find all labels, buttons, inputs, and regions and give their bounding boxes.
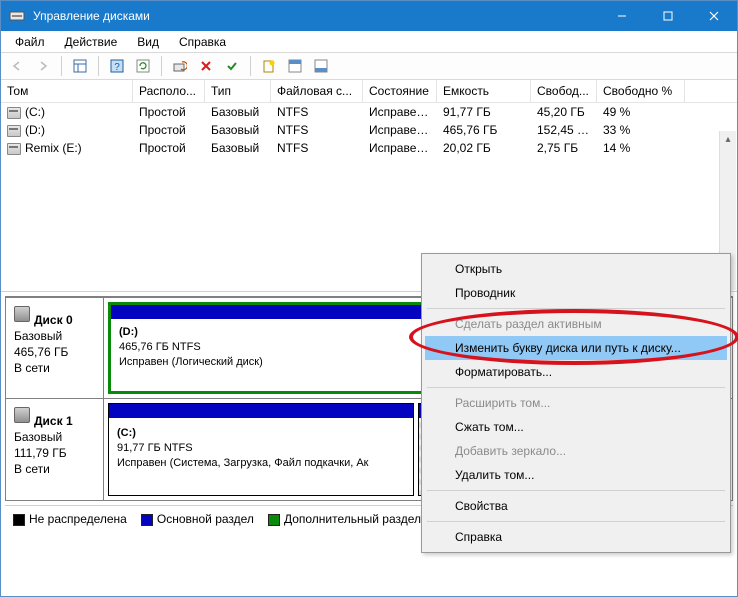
list-bottom-icon[interactable] — [309, 55, 333, 77]
col-capacity[interactable]: Емкость — [437, 80, 531, 102]
ctx-change-letter[interactable]: Изменить букву диска или путь к диску... — [425, 336, 727, 360]
back-button — [5, 55, 29, 77]
scroll-up-icon[interactable]: ▴ — [720, 131, 736, 148]
legend-extended: Дополнительный раздел — [268, 512, 421, 526]
col-volume[interactable]: Том — [1, 80, 133, 102]
ctx-help[interactable]: Справка — [425, 525, 727, 549]
separator — [61, 56, 62, 76]
col-fs[interactable]: Файловая с... — [271, 80, 363, 102]
refresh-icon[interactable] — [131, 55, 155, 77]
separator — [427, 308, 725, 309]
ctx-shrink[interactable]: Сжать том... — [425, 415, 727, 439]
drive-icon — [7, 125, 21, 137]
separator — [427, 490, 725, 491]
ctx-format[interactable]: Форматировать... — [425, 360, 727, 384]
rescan-icon[interactable] — [168, 55, 192, 77]
help-icon[interactable]: ? — [105, 55, 129, 77]
menu-file[interactable]: Файл — [5, 33, 55, 51]
col-type[interactable]: Тип — [205, 80, 271, 102]
disk-header[interactable]: Диск 1 Базовый 111,79 ГБ В сети — [6, 399, 104, 500]
volume-row[interactable]: Remix (E:) Простой Базовый NTFS Исправен… — [1, 139, 737, 157]
ctx-extend: Расширить том... — [425, 391, 727, 415]
separator — [427, 387, 725, 388]
volume-row[interactable]: (D:) Простой Базовый NTFS Исправен... 46… — [1, 121, 737, 139]
legend-unalloc: Не распределена — [13, 512, 127, 526]
menu-action[interactable]: Действие — [55, 33, 128, 51]
list-top-icon[interactable] — [283, 55, 307, 77]
close-button[interactable] — [691, 1, 737, 31]
drive-icon — [7, 107, 21, 119]
disk-header[interactable]: Диск 0 Базовый 465,76 ГБ В сети — [6, 298, 104, 398]
disk-icon — [14, 407, 30, 423]
window-title: Управление дисками — [31, 9, 599, 23]
forward-button — [31, 55, 55, 77]
ctx-explorer[interactable]: Проводник — [425, 281, 727, 305]
tool-layout-icon[interactable] — [68, 55, 92, 77]
disk-icon — [14, 306, 30, 322]
ctx-open[interactable]: Открыть — [425, 257, 727, 281]
app-icon — [9, 8, 25, 24]
svg-text:?: ? — [114, 62, 120, 73]
context-menu: Открыть Проводник Сделать раздел активны… — [421, 253, 731, 553]
minimize-button[interactable] — [599, 1, 645, 31]
new-icon[interactable] — [257, 55, 281, 77]
menu-help[interactable]: Справка — [169, 33, 236, 51]
ctx-properties[interactable]: Свойства — [425, 494, 727, 518]
menu-view[interactable]: Вид — [127, 33, 169, 51]
separator — [250, 56, 251, 76]
col-free[interactable]: Свобод... — [531, 80, 597, 102]
separator — [427, 521, 725, 522]
drive-icon — [7, 143, 21, 155]
delete-icon[interactable] — [194, 55, 218, 77]
ctx-make-active: Сделать раздел активным — [425, 312, 727, 336]
separator — [98, 56, 99, 76]
maximize-button[interactable] — [645, 1, 691, 31]
col-freep[interactable]: Свободно % — [597, 80, 685, 102]
partition-c[interactable]: (C:) 91,77 ГБ NTFS Исправен (Система, За… — [108, 403, 414, 496]
legend-primary: Основной раздел — [141, 512, 254, 526]
col-layout[interactable]: Располо... — [133, 80, 205, 102]
ctx-mirror: Добавить зеркало... — [425, 439, 727, 463]
separator — [161, 56, 162, 76]
check-icon[interactable] — [220, 55, 244, 77]
col-status[interactable]: Состояние — [363, 80, 437, 102]
partition-bar — [109, 404, 413, 418]
ctx-delete[interactable]: Удалить том... — [425, 463, 727, 487]
volume-row[interactable]: (C:) Простой Базовый NTFS Исправен... 91… — [1, 103, 737, 121]
